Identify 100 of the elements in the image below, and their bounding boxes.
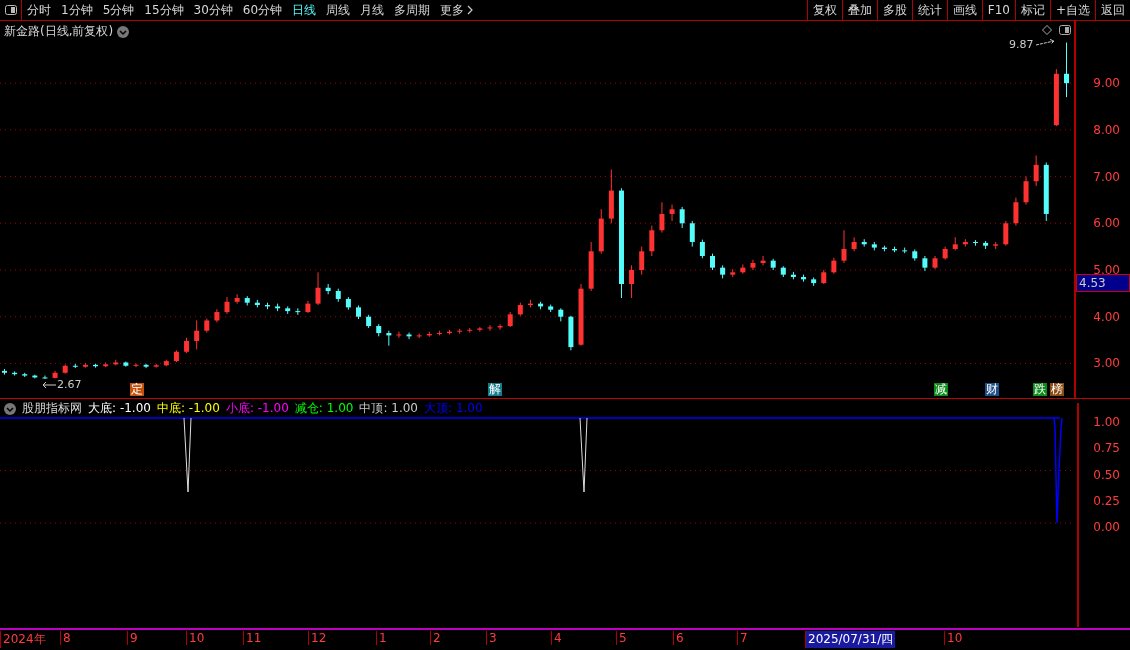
candlestick xyxy=(881,245,887,252)
candlestick xyxy=(972,239,978,247)
candlestick xyxy=(275,303,281,312)
event-tag[interactable]: 财 xyxy=(985,383,999,396)
candlestick xyxy=(477,326,483,333)
price-tick: 9.00 xyxy=(1093,76,1120,91)
candlestick xyxy=(396,331,402,339)
price-tick: 4.00 xyxy=(1093,309,1120,324)
date-label: 4 xyxy=(551,631,564,645)
candlestick xyxy=(264,302,270,310)
candlestick xyxy=(983,240,989,250)
candlestick xyxy=(780,265,786,278)
candlestick xyxy=(912,248,918,262)
date-label: 1 xyxy=(376,631,389,645)
candlestick xyxy=(699,239,705,259)
candlestick xyxy=(841,229,847,264)
candlestick xyxy=(811,276,817,287)
candlestick xyxy=(1033,155,1039,187)
candlestick xyxy=(1053,68,1059,127)
date-label: 3 xyxy=(486,631,499,645)
candlestick xyxy=(315,271,321,306)
event-tag[interactable]: 减 xyxy=(934,383,948,396)
chart-title: 新金路(日线,前复权) xyxy=(4,23,114,40)
candlestick xyxy=(325,283,331,295)
indicator-tick: 0.25 xyxy=(1093,493,1120,508)
candlestick xyxy=(1003,220,1009,247)
candlestick xyxy=(790,271,796,280)
candlestick xyxy=(224,296,230,315)
candlestick xyxy=(72,363,78,369)
candlestick xyxy=(436,330,442,336)
candlestick xyxy=(497,323,503,331)
candlestick xyxy=(345,296,351,311)
candlestick xyxy=(558,307,564,322)
price-tick: 8.00 xyxy=(1093,122,1120,137)
candlestick xyxy=(861,238,867,248)
candlestick xyxy=(578,283,584,347)
indicator-reading: 中底: -1.00 xyxy=(156,400,220,417)
candlestick xyxy=(214,308,220,323)
candlestick xyxy=(538,301,544,310)
indicator-tick: 0.50 xyxy=(1093,467,1120,482)
candlestick xyxy=(740,263,746,275)
indicator-reading: 中顶: 1.00 xyxy=(359,400,418,417)
event-tag[interactable]: 定 xyxy=(130,383,144,396)
candlestick xyxy=(710,253,715,271)
candlestick xyxy=(163,359,169,367)
candlestick xyxy=(457,328,463,335)
event-tag[interactable]: 榜 xyxy=(1050,383,1064,396)
candlestick xyxy=(548,304,554,313)
chevron-down-icon[interactable] xyxy=(4,402,16,415)
candlestick xyxy=(487,324,493,332)
period-tab[interactable]: 多周期 xyxy=(389,0,436,20)
candlestick xyxy=(356,305,361,320)
chevron-down-icon[interactable] xyxy=(117,25,130,38)
date-label: 6 xyxy=(673,631,686,645)
event-tag[interactable]: 解 xyxy=(488,383,502,396)
candlestick xyxy=(770,258,776,271)
candlestick xyxy=(750,259,756,271)
candlestick xyxy=(1013,197,1019,227)
candlestick xyxy=(760,255,766,266)
panel-icon[interactable] xyxy=(1059,25,1071,35)
candlestick xyxy=(305,300,311,314)
candlestick xyxy=(335,288,341,303)
event-tag[interactable]: 跌 xyxy=(1033,383,1047,396)
candlestick xyxy=(285,305,291,315)
candlestick xyxy=(82,362,88,369)
low-price-label: 2.67 xyxy=(57,378,82,391)
period-tab[interactable]: 1分钟 xyxy=(56,0,98,20)
candlestick xyxy=(2,368,7,376)
period-tab[interactable]: 30分钟 xyxy=(188,0,238,20)
candlestick xyxy=(851,236,857,252)
date-label: 9 xyxy=(127,631,140,645)
candlestick xyxy=(204,318,210,334)
period-tab[interactable]: 更多 xyxy=(435,0,479,20)
candlestick xyxy=(993,241,999,250)
period-tab[interactable]: 15分钟 xyxy=(139,0,189,20)
arrow-icon xyxy=(1036,39,1056,47)
period-tab[interactable]: 分时 xyxy=(22,0,56,20)
indicator-reading: 小底: -1.00 xyxy=(225,400,289,417)
candlestick xyxy=(1023,176,1029,206)
candlestick xyxy=(467,327,473,334)
candlestick xyxy=(720,264,726,279)
period-tab[interactable]: 月线 xyxy=(355,0,390,20)
period-tab[interactable]: 60分钟 xyxy=(237,0,288,20)
candlestick xyxy=(730,268,736,278)
diamond-icon[interactable] xyxy=(1042,25,1052,35)
candlestick xyxy=(93,363,99,369)
period-tab[interactable]: 周线 xyxy=(321,0,356,20)
indicator-reading: 大底: -1.00 xyxy=(88,400,151,417)
date-label: 2024年 xyxy=(0,631,48,648)
date-label: 8 xyxy=(60,631,73,645)
date-label: 2025/07/31/四 xyxy=(805,631,896,648)
price-tick: 6.00 xyxy=(1093,216,1120,231)
period-tab[interactable]: 日线 xyxy=(287,0,322,20)
candlestick xyxy=(507,311,513,328)
period-tab[interactable]: 5分钟 xyxy=(97,0,140,20)
candlestick xyxy=(447,329,453,335)
date-label: 7 xyxy=(737,631,750,645)
candlestick xyxy=(801,274,807,283)
candlestick xyxy=(366,314,372,329)
date-label: 10 xyxy=(944,631,965,645)
